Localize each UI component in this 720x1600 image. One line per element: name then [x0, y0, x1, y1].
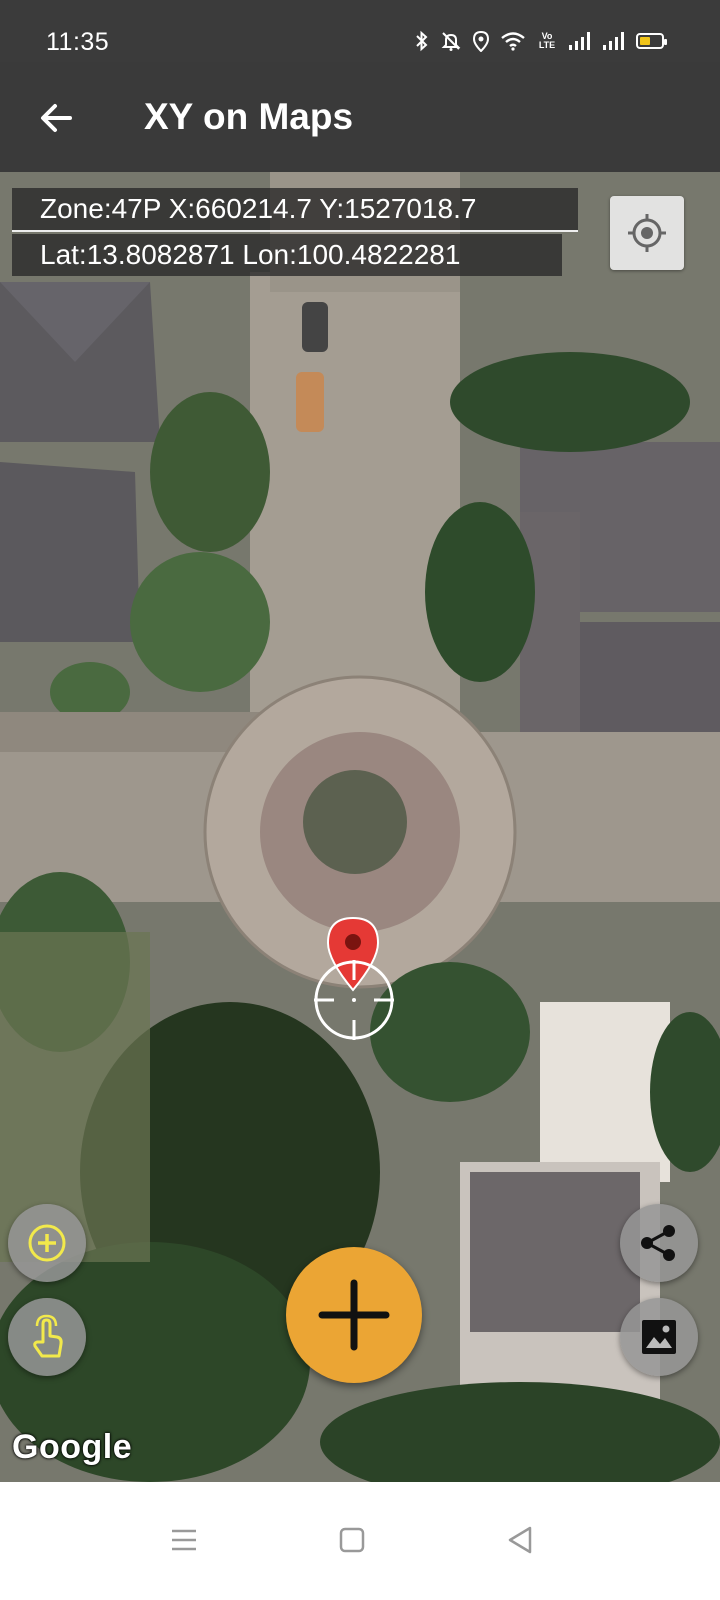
signal-1-icon	[568, 31, 592, 51]
my-location-icon	[628, 214, 666, 252]
status-icons: Vo LTE	[414, 30, 667, 52]
back-button[interactable]	[30, 92, 82, 144]
status-time: 11:35	[46, 28, 110, 56]
battery-icon	[636, 33, 667, 49]
share-button[interactable]	[620, 1204, 698, 1282]
volte-icon: Vo LTE	[538, 31, 556, 50]
menu-icon	[172, 1529, 196, 1551]
home-icon	[339, 1527, 365, 1553]
touch-icon	[33, 1314, 63, 1358]
app-bar: XY on Maps	[0, 62, 720, 172]
app-title: XY on Maps	[144, 96, 354, 137]
nav-menu-button[interactable]	[154, 1510, 214, 1570]
location-icon	[472, 30, 490, 52]
add-point-button[interactable]	[8, 1204, 86, 1282]
nav-back-button[interactable]	[490, 1510, 550, 1570]
bell-off-icon	[440, 30, 462, 52]
add-main-button[interactable]	[286, 1247, 422, 1383]
coordinates-panel: Zone:47P X:660214.7 Y:1527018.7 Lat:13.8…	[12, 188, 578, 276]
my-location-button[interactable]	[610, 196, 684, 270]
back-icon	[508, 1526, 532, 1554]
add-circle-icon	[28, 1224, 66, 1262]
google-attribution: Google	[12, 1428, 133, 1466]
crosshair-icon	[314, 960, 394, 1040]
status-bar: 11:35 Vo LTE	[0, 0, 720, 62]
signal-2-icon	[602, 31, 626, 51]
arrow-left-icon	[41, 104, 72, 132]
share-icon	[641, 1225, 675, 1261]
utm-coordinates: Zone:47P X:660214.7 Y:1527018.7	[12, 188, 578, 232]
bluetooth-icon	[414, 30, 430, 52]
latlon-coordinates: Lat:13.8082871 Lon:100.4822281	[12, 234, 562, 276]
plus-icon	[318, 1279, 390, 1351]
wifi-icon	[500, 31, 526, 51]
touch-select-button[interactable]	[8, 1298, 86, 1376]
image-icon	[642, 1320, 676, 1354]
nav-home-button[interactable]	[322, 1510, 382, 1570]
system-nav-bar	[0, 1482, 720, 1600]
image-button[interactable]	[620, 1298, 698, 1376]
